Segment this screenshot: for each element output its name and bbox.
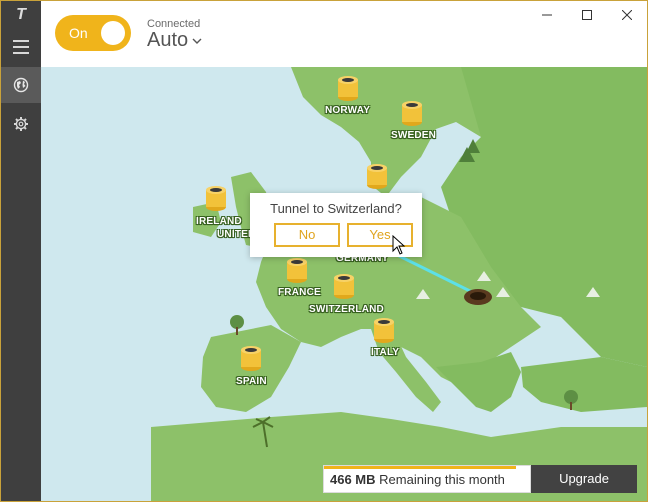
minimize-button[interactable] [527, 1, 567, 29]
country-pin-icon[interactable] [285, 257, 309, 283]
country-label-spain: SPAIN [236, 376, 267, 387]
sidebar-item-settings[interactable] [1, 107, 41, 141]
sidebar-item-map[interactable] [1, 67, 41, 103]
vpn-toggle[interactable]: On [55, 15, 131, 51]
country-pin-icon[interactable] [400, 100, 424, 126]
close-icon [622, 10, 632, 20]
mouse-cursor-icon [392, 235, 406, 255]
country-label-italy: ITALY [371, 347, 400, 358]
data-usage-fill [324, 466, 516, 469]
toggle-label: On [69, 25, 88, 41]
gear-icon [14, 117, 28, 131]
chevron-down-icon [192, 38, 202, 44]
globe-icon [13, 77, 29, 93]
country-label-ireland: IRELAND [196, 216, 242, 227]
no-button[interactable]: No [274, 223, 340, 247]
sidebar: T [1, 1, 41, 501]
close-button[interactable] [607, 1, 647, 29]
map-view[interactable]: NORWAY SWEDEN IRELAND UNITED KI GERMANY … [41, 67, 647, 501]
hamburger-menu-button[interactable] [1, 31, 41, 63]
location-dropdown[interactable]: Auto [147, 29, 202, 52]
maximize-button[interactable] [567, 1, 607, 29]
country-pin-icon[interactable] [336, 75, 360, 101]
app-window: T On Connected Auto NORWAY SWEDEN IRELAN… [0, 0, 648, 502]
hamburger-icon-bar [13, 52, 29, 54]
dialog-title: Tunnel to Switzerland? [270, 201, 402, 216]
toggle-knob [101, 21, 125, 45]
country-pin-icon[interactable] [365, 163, 389, 189]
location-value: Auto [147, 29, 189, 51]
header: On Connected Auto [41, 1, 647, 67]
country-pin-icon[interactable] [239, 345, 263, 371]
tunnelbear-logo-icon: T [16, 6, 26, 23]
country-pin-icon[interactable] [372, 317, 396, 343]
country-pin-icon[interactable] [332, 273, 356, 299]
data-usage-bar: 466 MB Remaining this month [323, 465, 531, 493]
country-label-norway: NORWAY [325, 105, 371, 116]
country-pin-icon[interactable] [204, 185, 228, 211]
country-label-france: FRANCE [278, 287, 321, 298]
country-label-switzerland: SWITZERLAND [309, 304, 384, 315]
hamburger-icon-bar [13, 40, 29, 42]
hamburger-icon-bar [13, 46, 29, 48]
maximize-icon [582, 10, 592, 20]
upgrade-button[interactable]: Upgrade [531, 465, 637, 493]
data-amount: 466 MB [330, 472, 376, 487]
data-remaining-label: Remaining this month [379, 472, 505, 487]
data-usage-text: 466 MB Remaining this month [330, 472, 505, 487]
minimize-icon [542, 14, 552, 16]
country-label-sweden: SWEDEN [391, 130, 437, 141]
